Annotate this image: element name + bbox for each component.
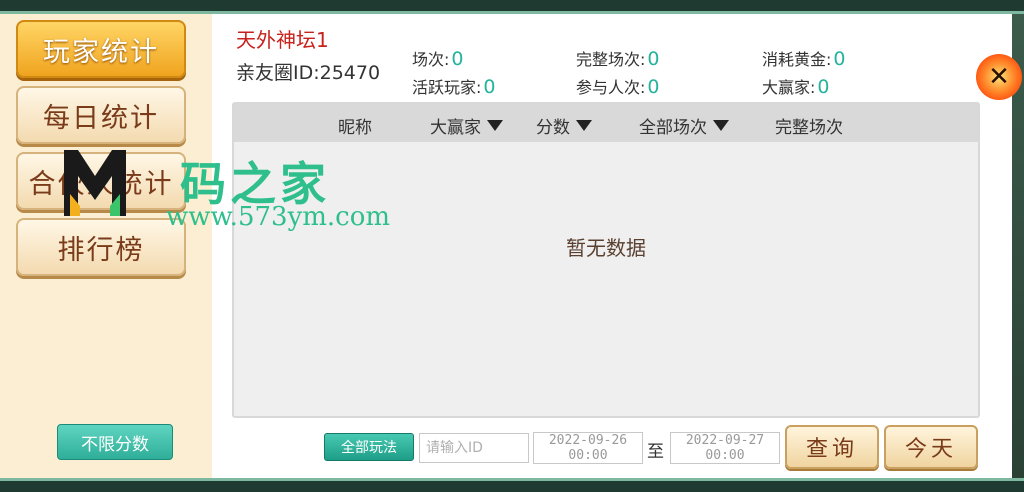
sidebar-item-player-stats[interactable]: 玩家统计 <box>16 20 186 78</box>
stat-gold-consumed: 消耗黄金: 0 <box>762 46 846 70</box>
play-mode-filter-button[interactable]: 全部玩法 <box>324 433 414 461</box>
column-all-games[interactable]: 全部场次 <box>639 113 729 138</box>
sort-down-icon <box>576 120 592 131</box>
end-date: 2022-09-27 <box>685 433 765 448</box>
stat-label: 参与人次: <box>576 78 646 97</box>
column-score[interactable]: 分数 <box>536 113 592 138</box>
stat-value: 0 <box>483 76 496 98</box>
column-complete-games: 完整场次 <box>775 118 843 138</box>
stat-big-winner: 大赢家: 0 <box>762 74 830 98</box>
start-date: 2022-09-26 <box>548 433 628 448</box>
sidebar-item-label: 每日统计 <box>43 102 159 134</box>
stat-value: 0 <box>833 48 846 70</box>
sidebar-item-label: 排行榜 <box>57 234 145 266</box>
stat-participants: 参与人次: 0 <box>576 74 660 98</box>
stat-active-players: 活跃玩家: 0 <box>412 74 496 98</box>
stat-label: 活跃玩家: <box>412 78 482 97</box>
close-icon: ✕ <box>988 62 1010 92</box>
column-nickname: 昵称 <box>338 118 372 138</box>
column-big-winner[interactable]: 大赢家 <box>430 113 503 138</box>
start-date-picker[interactable]: 2022-09-26 00:00 <box>533 432 643 464</box>
stat-value: 0 <box>451 48 464 70</box>
stat-label: 消耗黄金: <box>762 50 832 69</box>
query-button[interactable]: 查询 <box>785 425 879 469</box>
bottom-border <box>0 478 1024 492</box>
table-header: 昵称 大赢家 分数 全部场次 完整场次 <box>234 104 978 142</box>
top-border <box>0 0 1024 14</box>
player-id-input[interactable] <box>419 433 529 463</box>
watermark-url: www.573ym.com <box>166 202 391 232</box>
close-button[interactable]: ✕ <box>976 54 1022 100</box>
sort-down-icon <box>487 120 503 131</box>
date-range-separator: 至 <box>647 442 664 462</box>
sort-down-icon <box>713 120 729 131</box>
watermark-logo <box>64 150 126 216</box>
end-time: 00:00 <box>705 448 745 463</box>
unlimited-score-button[interactable]: 不限分数 <box>57 424 173 460</box>
stat-value: 0 <box>647 76 660 98</box>
club-id: 亲友圈ID:25470 <box>236 62 381 84</box>
stat-value: 0 <box>647 48 660 70</box>
sidebar-item-label: 玩家统计 <box>43 36 159 68</box>
sidebar-item-leaderboard[interactable]: 排行榜 <box>16 218 186 276</box>
club-name: 天外神坛1 <box>236 28 329 52</box>
empty-state: 暂无数据 <box>566 236 646 260</box>
stat-label: 大赢家: <box>762 78 816 97</box>
stat-complete-games: 完整场次: 0 <box>576 46 660 70</box>
stat-value: 0 <box>817 76 830 98</box>
stats-table: 昵称 大赢家 分数 全部场次 完整场次 暂无数据 <box>232 102 980 418</box>
start-time: 00:00 <box>568 448 608 463</box>
today-button[interactable]: 今天 <box>884 425 978 469</box>
end-date-picker[interactable]: 2022-09-27 00:00 <box>670 432 780 464</box>
stat-games: 场次: 0 <box>412 46 464 70</box>
stat-label: 完整场次: <box>576 50 646 69</box>
sidebar-item-daily-stats[interactable]: 每日统计 <box>16 86 186 144</box>
stat-label: 场次: <box>412 50 450 69</box>
